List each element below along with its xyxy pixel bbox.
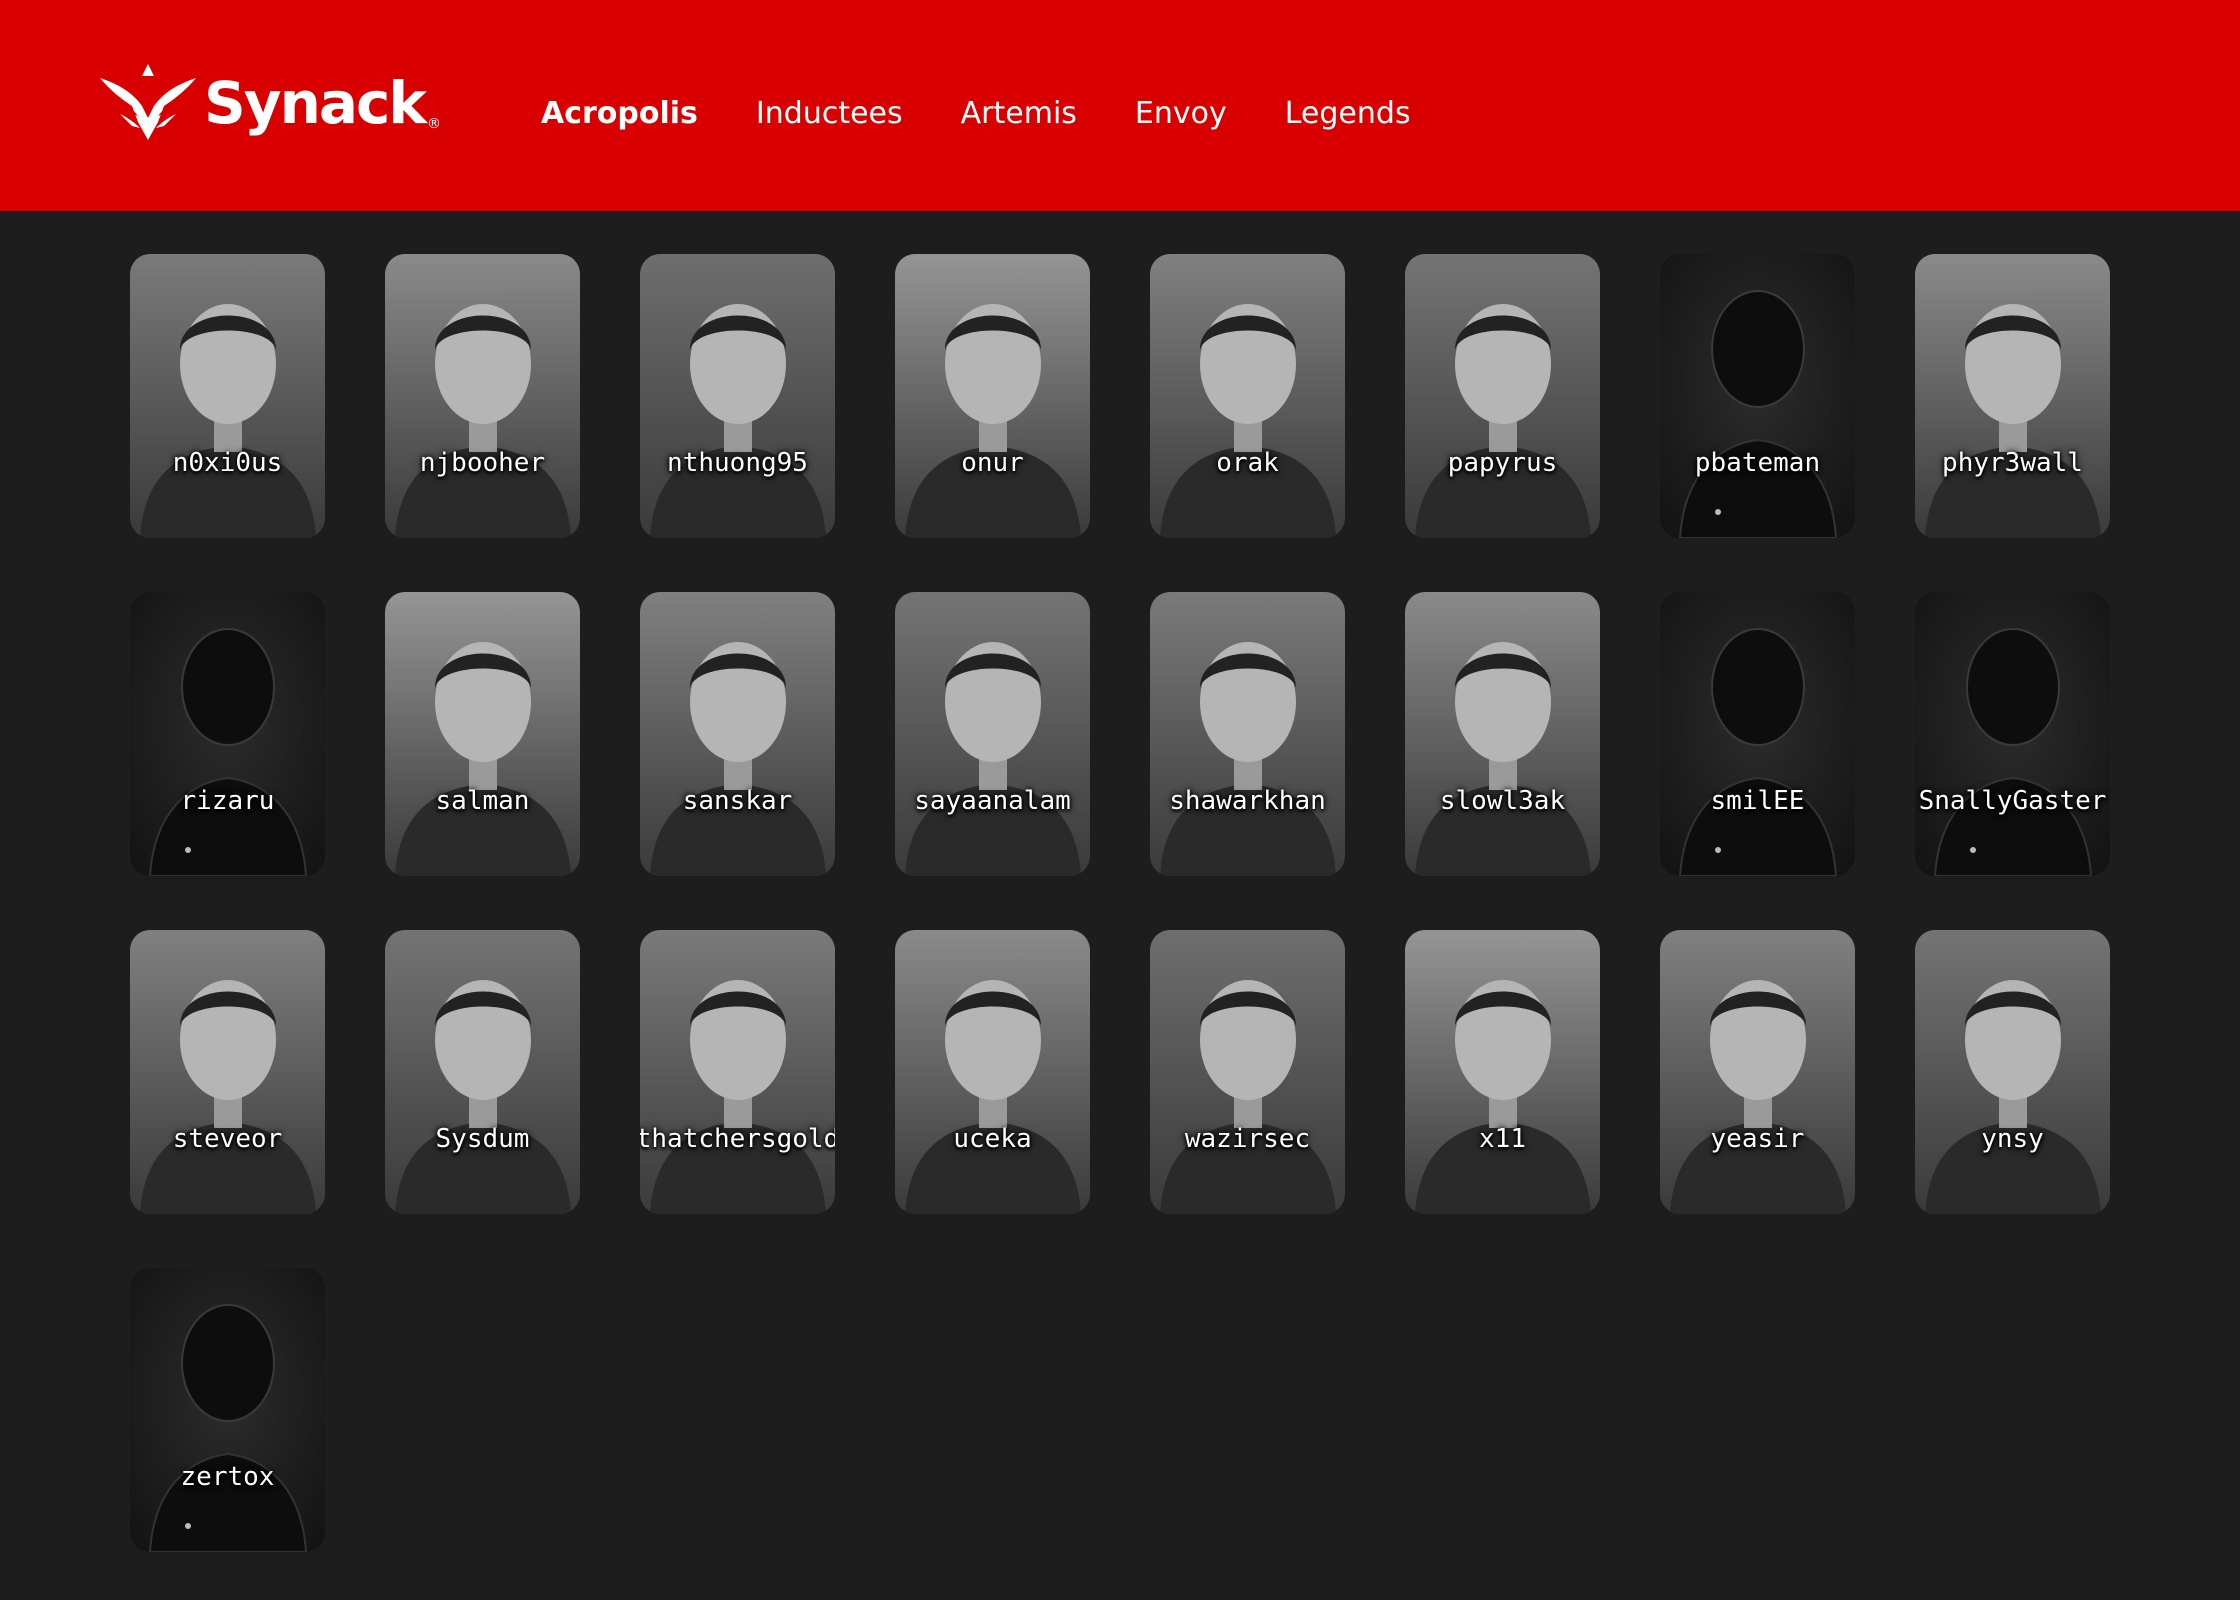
member-card[interactable]: ynsy [1915, 930, 2110, 1214]
member-handle: smilEE [1710, 786, 1805, 816]
member-handle: x11 [1479, 1124, 1526, 1154]
member-card[interactable]: orak [1150, 254, 1345, 538]
member-card[interactable]: onur [895, 254, 1090, 538]
member-photo [895, 254, 1090, 538]
member-handle: zertox [180, 1462, 275, 1492]
member-handle: sanskar [682, 786, 793, 816]
member-photo [130, 930, 325, 1214]
synack-logo[interactable]: Synack ® [98, 62, 441, 144]
member-handle: onur [961, 448, 1024, 478]
member-card[interactable]: njbooher [385, 254, 580, 538]
member-card[interactable]: salman [385, 592, 580, 876]
member-photo [1405, 592, 1600, 876]
nav-acropolis[interactable]: Acropolis [541, 94, 698, 134]
member-card[interactable]: slowl3ak [1405, 592, 1600, 876]
member-handle: thatchersgold [640, 1124, 835, 1154]
member-handle: wazirsec [1184, 1124, 1311, 1154]
member-handle: steveor [172, 1124, 283, 1154]
member-photo [1150, 592, 1345, 876]
member-handle: njbooher [419, 448, 546, 478]
member-photo [640, 930, 835, 1214]
member-card[interactable]: Sysdum [385, 930, 580, 1214]
silhouette-placeholder-image [1660, 592, 1855, 876]
member-card[interactable]: n0xi0us [130, 254, 325, 538]
nav-legends[interactable]: Legends [1285, 94, 1411, 134]
silhouette-placeholder-image [130, 592, 325, 876]
member-card[interactable]: sanskar [640, 592, 835, 876]
member-handle: rizaru [180, 786, 275, 816]
member-handle: n0xi0us [172, 448, 283, 478]
member-handle: papyrus [1447, 448, 1558, 478]
site-header: Synack ® Acropolis Inductees Artemis Env… [0, 0, 2240, 211]
member-card[interactable]: nthuong95 [640, 254, 835, 538]
silhouette-placeholder-image [1915, 592, 2110, 876]
winged-shield-icon [100, 64, 196, 140]
member-handle: phyr3wall [1942, 448, 2083, 478]
member-card[interactable]: SnallyGaster [1915, 592, 2110, 876]
member-card[interactable]: uceka [895, 930, 1090, 1214]
member-handle: uceka [953, 1124, 1032, 1154]
member-handle: sayaanalam [914, 786, 1071, 816]
member-photo [385, 254, 580, 538]
member-card[interactable]: x11 [1405, 930, 1600, 1214]
member-photo [1915, 930, 2110, 1214]
member-photo [895, 930, 1090, 1214]
nav-envoy[interactable]: Envoy [1135, 94, 1227, 134]
member-photo [640, 592, 835, 876]
member-photo [1150, 930, 1345, 1214]
member-handle: salman [435, 786, 530, 816]
member-handle: yeasir [1710, 1124, 1805, 1154]
member-photo [1150, 254, 1345, 538]
member-card[interactable]: rizaru [130, 592, 325, 876]
member-card[interactable]: smilEE [1660, 592, 1855, 876]
member-card[interactable]: papyrus [1405, 254, 1600, 538]
member-card[interactable]: steveor [130, 930, 325, 1214]
member-handle: shawarkhan [1169, 786, 1326, 816]
member-photo [130, 254, 325, 538]
member-card[interactable]: wazirsec [1150, 930, 1345, 1214]
member-photo [385, 592, 580, 876]
silhouette-placeholder-image [1660, 254, 1855, 538]
member-handle: nthuong95 [667, 448, 808, 478]
member-photo [1660, 930, 1855, 1214]
silhouette-placeholder-image [130, 1268, 325, 1552]
member-photo [640, 254, 835, 538]
member-card[interactable]: pbateman [1660, 254, 1855, 538]
member-card[interactable]: sayaanalam [895, 592, 1090, 876]
member-photo [895, 592, 1090, 876]
member-card[interactable]: zertox [130, 1268, 325, 1552]
member-handle: slowl3ak [1439, 786, 1566, 816]
member-handle: SnallyGaster [1918, 786, 2107, 816]
member-photo [1405, 254, 1600, 538]
main-nav: Acropolis Inductees Artemis Envoy Legend… [541, 94, 1411, 134]
member-handle: pbateman [1694, 448, 1821, 478]
member-handle: orak [1216, 448, 1279, 478]
member-card[interactable]: shawarkhan [1150, 592, 1345, 876]
member-card[interactable]: thatchersgold [640, 930, 835, 1214]
brand-name: Synack [204, 69, 427, 137]
member-photo [1915, 254, 2110, 538]
member-handle: Sysdum [435, 1124, 530, 1154]
registered-mark: ® [426, 116, 441, 132]
nav-inductees[interactable]: Inductees [756, 94, 903, 134]
member-card[interactable]: yeasir [1660, 930, 1855, 1214]
member-card[interactable]: phyr3wall [1915, 254, 2110, 538]
member-photo [1405, 930, 1600, 1214]
member-handle: ynsy [1981, 1124, 2044, 1154]
nav-artemis[interactable]: Artemis [961, 94, 1077, 134]
member-photo [385, 930, 580, 1214]
